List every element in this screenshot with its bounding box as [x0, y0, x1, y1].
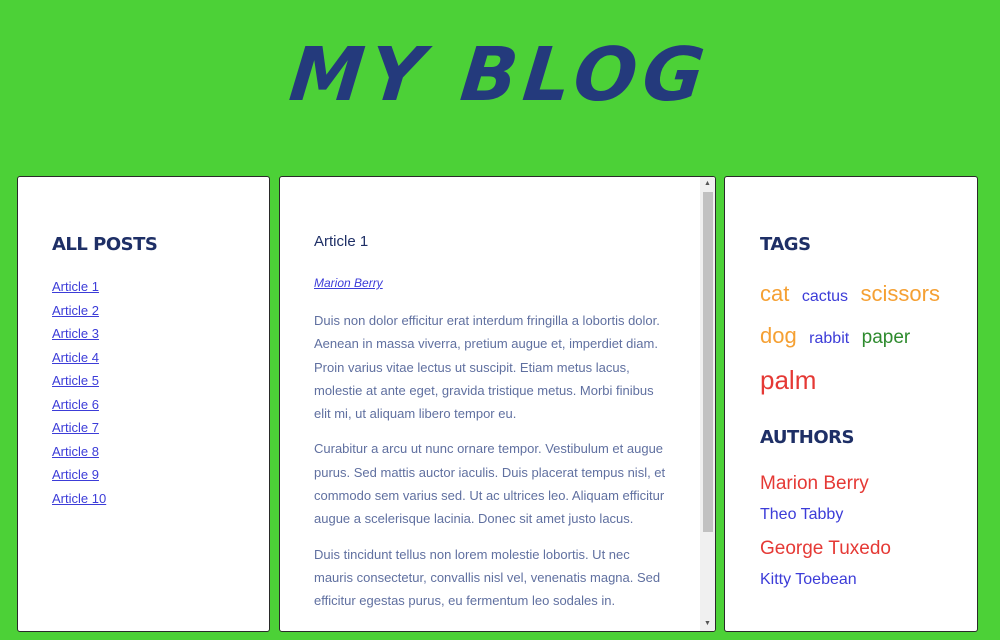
post-link-1[interactable]: Article 1: [52, 279, 99, 294]
post-link-3[interactable]: Article 3: [52, 326, 99, 341]
tags-heading: TAGS: [760, 234, 811, 255]
tag-cat[interactable]: cat: [760, 281, 789, 307]
tag-dog[interactable]: dog: [760, 323, 797, 349]
post-link-10[interactable]: Article 10: [52, 491, 106, 506]
list-item: Theo Tabby: [760, 506, 891, 539]
all-posts-heading: ALL POSTS: [52, 234, 158, 255]
list-item: Article 10: [52, 490, 106, 514]
blog-title: MY BLOG: [285, 32, 715, 118]
post-link-9[interactable]: Article 9: [52, 467, 99, 482]
tag-rabbit[interactable]: rabbit: [809, 330, 849, 348]
tag-paper[interactable]: paper: [862, 327, 911, 349]
all-posts-panel: ALL POSTS Article 1 Article 2 Article 3 …: [17, 176, 270, 632]
list-item: Article 6: [52, 396, 106, 420]
scroll-up-icon[interactable]: ▲: [700, 177, 715, 191]
list-item: Kitty Toebean: [760, 571, 891, 604]
list-item: Article 2: [52, 302, 106, 326]
list-item: Article 3: [52, 325, 106, 349]
list-item: Article 9: [52, 466, 106, 490]
list-item: Marion Berry: [760, 473, 891, 506]
tag-scissors[interactable]: scissors: [861, 281, 940, 307]
sidebar-panel: TAGS cat cactus scissors dog rabbit pape…: [724, 176, 978, 632]
scroll-thumb[interactable]: [703, 192, 713, 532]
tag-palm[interactable]: palm: [760, 365, 816, 396]
author-link-theo-tabby[interactable]: Theo Tabby: [760, 506, 843, 523]
author-link-kitty-toebean[interactable]: Kitty Toebean: [760, 571, 857, 588]
post-link-2[interactable]: Article 2: [52, 303, 99, 318]
post-link-8[interactable]: Article 8: [52, 444, 99, 459]
scroll-down-icon[interactable]: ▼: [700, 617, 715, 631]
article-paragraph-3: Duis tincidunt tellus non lorem molestie…: [314, 546, 661, 609]
author-list: Marion Berry Theo Tabby George Tuxedo Ki…: [760, 473, 891, 603]
author-link-george-tuxedo[interactable]: George Tuxedo: [760, 538, 891, 559]
list-item: George Tuxedo: [760, 538, 891, 571]
article-paragraph-2: Curabitur a arcu ut nunc ornare tempor. …: [314, 441, 666, 527]
article-scrollbar[interactable]: ▲ ▼: [700, 177, 715, 631]
tag-cactus[interactable]: cactus: [802, 288, 848, 306]
article-content: Article 1 Marion Berry Duis non dolor ef…: [314, 233, 669, 625]
post-link-7[interactable]: Article 7: [52, 420, 99, 435]
tag-cloud: cat cactus scissors dog rabbit paper pal…: [760, 281, 960, 407]
list-item: Article 8: [52, 443, 106, 467]
list-item: Article 4: [52, 349, 106, 373]
post-link-5[interactable]: Article 5: [52, 373, 99, 388]
article-panel[interactable]: Article 1 Marion Berry Duis non dolor ef…: [279, 176, 716, 632]
post-link-4[interactable]: Article 4: [52, 350, 99, 365]
article-author-link[interactable]: Marion Berry: [314, 276, 383, 290]
post-list: Article 1 Article 2 Article 3 Article 4 …: [52, 278, 106, 513]
article-paragraph-1: Duis non dolor efficitur erat interdum f…: [314, 313, 660, 422]
post-link-6[interactable]: Article 6: [52, 397, 99, 412]
list-item: Article 7: [52, 419, 106, 443]
author-link-marion-berry[interactable]: Marion Berry: [760, 473, 869, 494]
list-item: Article 5: [52, 372, 106, 396]
authors-heading: AUTHORS: [760, 427, 854, 448]
article-title: Article 1: [314, 233, 369, 250]
list-item: Article 1: [52, 278, 106, 302]
